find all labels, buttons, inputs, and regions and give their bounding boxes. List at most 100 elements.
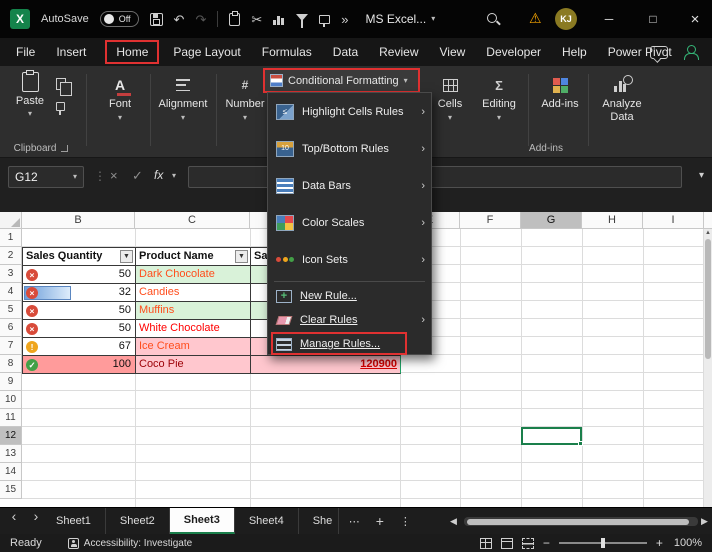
more-commands-icon[interactable]: » <box>341 13 348 26</box>
horizontal-scroll-thumb[interactable] <box>467 519 689 525</box>
zoom-level[interactable]: 100% <box>674 537 702 549</box>
zoom-slider[interactable] <box>559 542 647 544</box>
column-header-f[interactable]: F <box>460 212 521 229</box>
scroll-up-icon[interactable]: ▲ <box>704 229 712 237</box>
cell-product[interactable]: White Chocolate <box>136 320 251 338</box>
excel-app-icon[interactable]: X <box>10 9 30 29</box>
tab-sheet3-active[interactable]: Sheet3 <box>170 508 235 534</box>
row-header[interactable]: 13 <box>0 445 22 463</box>
column-header-h[interactable]: H <box>582 212 643 229</box>
zoom-in-icon[interactable]: + <box>656 537 663 549</box>
menu-item-top-bottom-rules[interactable]: 10 Top/Bottom Rules › <box>268 130 431 167</box>
cell-product[interactable]: Muffins <box>136 302 251 320</box>
enter-icon[interactable]: ✓ <box>132 168 143 184</box>
cell-amount[interactable]: 120900 <box>251 356 401 374</box>
tab-view[interactable]: View <box>438 42 468 62</box>
window-title[interactable]: MS Excel... ▾ <box>366 12 436 26</box>
cell-product[interactable]: Coco Pie <box>136 356 251 374</box>
avatar[interactable]: KJ <box>555 8 577 30</box>
cell-quantity[interactable]: ×50 <box>23 320 136 338</box>
select-all-corner[interactable] <box>0 212 22 229</box>
page-layout-view-icon[interactable] <box>501 538 513 549</box>
accessibility-status[interactable]: Accessibility: Investigate <box>84 538 192 549</box>
menu-item-highlight-cells-rules[interactable]: ≤ Highlight Cells Rules › <box>268 93 431 130</box>
filter-icon[interactable] <box>296 14 308 21</box>
row-header[interactable]: 15 <box>0 481 22 499</box>
menu-item-manage-rules[interactable]: Manage Rules... <box>268 332 431 356</box>
save-icon[interactable] <box>150 13 163 26</box>
paste-button[interactable]: Paste ▾ <box>10 72 50 118</box>
tab-scroll-left-icon[interactable]: ‹ <box>4 508 24 524</box>
redo-icon[interactable]: ↷ <box>195 13 206 26</box>
formula-input[interactable] <box>188 166 682 188</box>
tab-page-layout[interactable]: Page Layout <box>171 42 242 62</box>
zoom-out-icon[interactable]: − <box>543 537 550 549</box>
header-cell-sales-quantity[interactable]: Sales Quantity ▼ <box>23 248 136 266</box>
name-box[interactable]: G12 ▾ <box>8 166 84 188</box>
tab-scroll-right-icon[interactable]: › <box>26 508 46 524</box>
cell-product[interactable]: Candies <box>136 284 251 302</box>
cell-quantity[interactable]: ×32 <box>23 284 136 302</box>
row-header-selected[interactable]: 12 <box>0 427 22 445</box>
fill-color-icon[interactable] <box>319 15 330 24</box>
cells-group-button[interactable]: Cells ▾ <box>428 76 472 122</box>
row-header[interactable]: 6 <box>0 319 22 337</box>
row-header[interactable]: 2 <box>0 247 22 265</box>
tab-help[interactable]: Help <box>560 42 589 62</box>
horizontal-scrollbar[interactable] <box>464 517 698 526</box>
row-header[interactable]: 11 <box>0 409 22 427</box>
cell-product[interactable]: Dark Chocolate <box>136 266 251 284</box>
header-cell-product-name[interactable]: Product Name ▼ <box>136 248 251 266</box>
vertical-scrollbar[interactable]: ▲ <box>704 229 712 507</box>
tab-sheet1[interactable]: Sheet1 <box>42 508 106 534</box>
tab-options-icon[interactable]: ⋮ <box>400 515 411 528</box>
share-icon[interactable] <box>682 44 700 60</box>
hscroll-left-icon[interactable]: ◀ <box>450 516 457 527</box>
menu-item-clear-rules[interactable]: Clear Rules › <box>268 308 431 332</box>
fill-handle[interactable] <box>578 441 583 446</box>
tab-review[interactable]: Review <box>377 42 420 62</box>
tab-developer[interactable]: Developer <box>484 42 543 62</box>
tab-sheet5-clipped[interactable]: She <box>299 508 339 534</box>
clipboard-icon[interactable] <box>229 13 240 26</box>
menu-item-color-scales[interactable]: Color Scales › <box>268 204 431 241</box>
filter-dropdown-icon[interactable]: ▼ <box>120 250 133 263</box>
row-header[interactable]: 9 <box>0 373 22 391</box>
chart-icon[interactable] <box>273 14 285 25</box>
page-break-view-icon[interactable] <box>522 538 534 549</box>
column-header-g[interactable]: G <box>521 212 582 229</box>
row-header[interactable]: 10 <box>0 391 22 409</box>
cell-quantity[interactable]: ×50 <box>23 302 136 320</box>
row-header[interactable]: 7 <box>0 337 22 355</box>
menu-item-icon-sets[interactable]: Icon Sets › <box>268 241 431 278</box>
vertical-scroll-thumb[interactable] <box>705 239 711 359</box>
search-icon[interactable] <box>487 13 497 23</box>
minimize-button[interactable]: ─ <box>592 0 626 38</box>
row-header[interactable]: 4 <box>0 283 22 301</box>
row-header[interactable]: 3 <box>0 265 22 283</box>
tab-formulas[interactable]: Formulas <box>260 42 314 62</box>
column-header-i[interactable]: I <box>643 212 704 229</box>
autosave-toggle[interactable]: Off <box>100 11 139 27</box>
conditional-formatting-button[interactable]: Conditional Formatting ▾ <box>263 68 420 93</box>
addins-button[interactable]: Add-ins <box>534 76 586 110</box>
column-header-b[interactable]: B <box>22 212 135 229</box>
row-header[interactable]: 14 <box>0 463 22 481</box>
format-painter-icon[interactable] <box>56 102 65 111</box>
menu-item-new-rule[interactable]: + New Rule... <box>268 284 431 308</box>
chevron-down-icon[interactable]: ▾ <box>73 173 77 181</box>
cell-product[interactable]: Ice Cream <box>136 338 251 356</box>
filter-dropdown-icon[interactable]: ▼ <box>235 250 248 263</box>
tab-data[interactable]: Data <box>331 42 360 62</box>
comments-icon[interactable] <box>650 46 668 59</box>
expand-formula-bar-icon[interactable]: ▾ <box>699 170 704 181</box>
hscroll-right-icon[interactable]: ▶ <box>701 516 708 527</box>
undo-icon[interactable]: ↶ <box>174 13 185 26</box>
copy-icon[interactable] <box>56 78 66 90</box>
column-header-c[interactable]: C <box>135 212 250 229</box>
new-sheet-button[interactable]: + <box>376 513 384 529</box>
row-header[interactable]: 8 <box>0 355 22 373</box>
cancel-icon[interactable]: × <box>110 168 118 183</box>
analyze-data-button[interactable]: Analyze Data <box>594 76 650 124</box>
tab-sheet2[interactable]: Sheet2 <box>106 508 170 534</box>
